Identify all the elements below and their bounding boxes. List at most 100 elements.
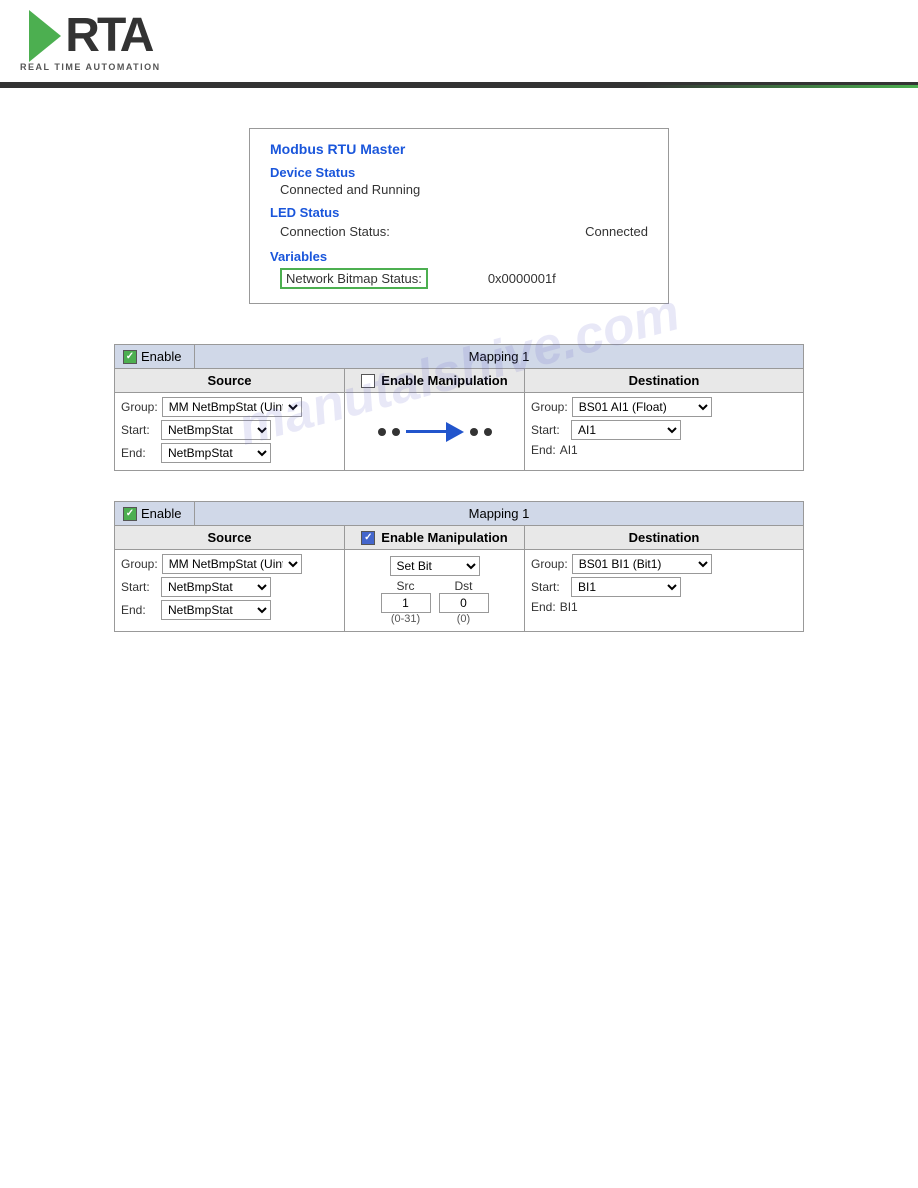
mapping2-dest-group-row: Group: BS01 BI1 (Bit1) <box>531 554 797 574</box>
mapping2-header-row: Enable Mapping 1 <box>115 502 803 526</box>
mapping2-src-input[interactable] <box>381 593 431 613</box>
mapping2-manip-type-row: Set Bit <box>390 556 480 576</box>
arrow-container <box>406 422 464 442</box>
mapping1-table: Enable Mapping 1 Source Enable Manipulat… <box>114 344 804 471</box>
logo-wrapper: RTA <box>29 10 151 62</box>
mapping2-src-col: Src (0-31) <box>381 579 431 625</box>
mapping2-enable-cell: Enable <box>115 502 195 525</box>
mapping2-dest-start-row: Start: BI1 <box>531 577 797 597</box>
mapping1-end-select[interactable]: NetBmpStat <box>161 443 271 463</box>
arrow-line <box>406 430 446 433</box>
mapping1-section: Enable Mapping 1 Source Enable Manipulat… <box>0 324 918 481</box>
led-status-label: LED Status <box>270 205 648 220</box>
mapping1-enable-cell: Enable <box>115 345 195 368</box>
mapping2-dest-end-label: End: <box>531 600 556 614</box>
mapping1-group-select[interactable]: MM NetBmpStat (Uint32) <box>162 397 302 417</box>
mapping2-dst-input[interactable] <box>439 593 489 613</box>
mapping1-dest-start-label: Start: <box>531 423 567 437</box>
mapping2-dest-col: Group: BS01 BI1 (Bit1) Start: BI1 End: B… <box>525 550 803 631</box>
logo-rta-text: RTA <box>65 12 151 60</box>
mapping2-dest-group-select[interactable]: BS01 BI1 (Bit1) <box>572 554 712 574</box>
dot2 <box>392 428 400 436</box>
network-bitmap-value: 0x0000001f <box>488 271 556 286</box>
mapping1-start-select[interactable]: NetBmpStat <box>161 420 271 440</box>
dot1 <box>378 428 386 436</box>
mapping2-dest-end-value: BI1 <box>560 600 578 614</box>
mapping1-end-row: End: NetBmpStat <box>121 443 338 463</box>
mapping1-dest-end-row: End: AI1 <box>531 443 797 457</box>
mapping2-enable-checkbox[interactable] <box>123 507 137 521</box>
connection-status-row: Connection Status: Connected <box>270 222 648 241</box>
mapping2-section: Enable Mapping 1 Source Enable Manipulat… <box>0 481 918 642</box>
mapping2-group-row: Group: MM NetBmpStat (Uint32) <box>121 554 338 574</box>
status-section: Modbus RTU Master Device Status Connecte… <box>0 88 918 324</box>
mapping2-middle-col: Set Bit Src (0-31) Dst (0) <box>345 550 525 631</box>
mapping1-dest-header: Destination <box>525 369 803 392</box>
mapping2-manip-type-select[interactable]: Set Bit <box>390 556 480 576</box>
mapping1-dest-start-select[interactable]: AI1 <box>571 420 681 440</box>
connection-status-label: Connection Status: <box>280 224 390 239</box>
mapping2-source-header: Source <box>115 526 345 549</box>
mapping1-start-label: Start: <box>121 423 157 437</box>
device-status-value: Connected and Running <box>270 182 648 197</box>
mapping1-title: Mapping 1 <box>195 345 803 368</box>
mapping1-enable-checkbox[interactable] <box>123 350 137 364</box>
mapping1-arrow-area <box>378 422 492 442</box>
mapping1-middle-header: Enable Manipulation <box>345 369 525 392</box>
mapping2-dest-start-label: Start: <box>531 580 567 594</box>
mapping2-end-select[interactable]: NetBmpStat <box>161 600 271 620</box>
mapping1-dest-start-row: Start: AI1 <box>531 420 797 440</box>
variables-label: Variables <box>270 249 648 264</box>
mapping1-dest-group-row: Group: BS01 AI1 (Float) <box>531 397 797 417</box>
mapping1-middle-col <box>345 393 525 470</box>
mapping2-manip-label: Enable Manipulation <box>381 530 507 545</box>
mapping2-dst-range: (0) <box>457 613 470 625</box>
status-box: Modbus RTU Master Device Status Connecte… <box>249 128 669 304</box>
mapping2-dst-label: Dst <box>455 579 473 593</box>
mapping1-dest-group-select[interactable]: BS01 AI1 (Float) <box>572 397 712 417</box>
mapping2-title: Mapping 1 <box>195 502 803 525</box>
mapping2-start-label: Start: <box>121 580 157 594</box>
mapping2-dst-col: Dst (0) <box>439 579 489 625</box>
logo-container: RTA REAL TIME AUTOMATION <box>20 10 161 72</box>
mapping2-enable-label: Enable <box>141 506 181 521</box>
mapping2-start-select[interactable]: NetBmpStat <box>161 577 271 597</box>
mapping2-end-label: End: <box>121 603 157 617</box>
mapping1-end-label: End: <box>121 446 157 460</box>
mapping2-group-label: Group: <box>121 557 158 571</box>
mapping2-source-col: Group: MM NetBmpStat (Uint32) Start: Net… <box>115 550 345 631</box>
dot3 <box>470 428 478 436</box>
mapping2-body-row: Group: MM NetBmpStat (Uint32) Start: Net… <box>115 550 803 631</box>
mapping2-cols-row: Source Enable Manipulation Destination <box>115 526 803 550</box>
mapping1-source-col: Group: MM NetBmpStat (Uint32) Start: Net… <box>115 393 345 470</box>
mapping1-dest-end-value: AI1 <box>560 443 578 457</box>
status-title: Modbus RTU Master <box>270 141 648 157</box>
mapping1-source-header: Source <box>115 369 345 392</box>
mapping1-header-row: Enable Mapping 1 <box>115 345 803 369</box>
mapping1-manip-label: Enable Manipulation <box>381 373 507 388</box>
device-status-label: Device Status <box>270 165 648 180</box>
mapping2-dest-end-row: End: BI1 <box>531 600 797 614</box>
mapping1-dest-col: Group: BS01 AI1 (Float) Start: AI1 End: … <box>525 393 803 470</box>
mapping2-src-dst-row: Src (0-31) Dst (0) <box>381 579 489 625</box>
mapping2-dest-header: Destination <box>525 526 803 549</box>
mapping1-group-row: Group: MM NetBmpStat (Uint32) <box>121 397 338 417</box>
mapping2-end-row: End: NetBmpStat <box>121 600 338 620</box>
mapping2-table: Enable Mapping 1 Source Enable Manipulat… <box>114 501 804 632</box>
mapping2-dest-start-select[interactable]: BI1 <box>571 577 681 597</box>
mapping2-src-label: Src <box>397 579 415 593</box>
mapping1-start-row: Start: NetBmpStat <box>121 420 338 440</box>
header: RTA REAL TIME AUTOMATION <box>0 0 918 85</box>
logo-subtitle: REAL TIME AUTOMATION <box>20 62 161 72</box>
mapping1-group-label: Group: <box>121 400 158 414</box>
dot4 <box>484 428 492 436</box>
logo-arrow-icon <box>29 10 61 62</box>
mapping2-src-range: (0-31) <box>391 613 420 625</box>
mapping2-start-row: Start: NetBmpStat <box>121 577 338 597</box>
mapping1-enable-label: Enable <box>141 349 181 364</box>
connection-status-value: Connected <box>585 224 648 239</box>
mapping1-manip-checkbox[interactable] <box>361 374 375 388</box>
mapping2-group-select[interactable]: MM NetBmpStat (Uint32) <box>162 554 302 574</box>
mapping2-manip-checkbox[interactable] <box>361 531 375 545</box>
network-bitmap-row: Network Bitmap Status: 0x0000001f <box>270 266 648 291</box>
